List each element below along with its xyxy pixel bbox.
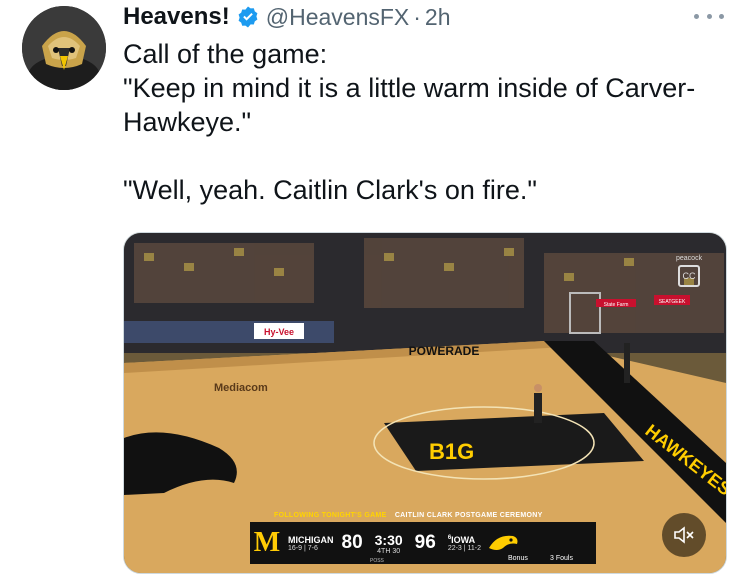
- home-team-name: IOWA: [451, 534, 476, 545]
- period: 4TH: [377, 547, 391, 555]
- tweet-header: Heavens! @HeavensFX · 2h: [123, 2, 451, 32]
- statefarm-sign: State Farm: [604, 302, 629, 308]
- seatgeek-sign: SEATGEEK: [659, 299, 686, 305]
- ticker-promo: CAITLIN CLARK POSTGAME CEREMONY: [394, 512, 543, 519]
- home-score: 96: [414, 532, 436, 553]
- shot-clock: 30: [392, 547, 401, 555]
- avatar[interactable]: [22, 6, 106, 90]
- timestamp[interactable]: 2h: [425, 4, 451, 31]
- home-team-record: 22-3 | 11-2: [447, 544, 482, 552]
- powerade-sign: POWERADE: [409, 344, 480, 358]
- game-clock: 3:30 4TH 30: [375, 532, 403, 555]
- away-score: 80: [341, 532, 363, 553]
- more-horizontal-icon[interactable]: [694, 6, 724, 26]
- b1g-logo: B1G: [429, 439, 474, 464]
- tweet-text: Call of the game: "Keep in mind it is a …: [123, 39, 696, 205]
- away-team-record: 16-9 | 7-6: [288, 544, 318, 552]
- ticker-main: FOLLOWING TONIGHT'S GAME: [274, 512, 387, 519]
- poss-label: POSS: [370, 558, 384, 564]
- network-label: peacock: [676, 255, 703, 262]
- away-team-name: MICHIGAN: [288, 534, 334, 545]
- home-team: 6IOWA 22-3 | 11-2: [448, 535, 481, 552]
- cc-icon[interactable]: CC: [678, 265, 700, 287]
- iowa-logo-icon: [489, 535, 518, 550]
- avatar-image: [22, 6, 106, 90]
- clock-time: 3:30: [374, 531, 403, 548]
- away-team: MICHIGAN 16-9 | 7-6: [288, 535, 334, 552]
- scorebug: M MICHIGAN 16-9 | 7-6 80 3:30 4TH 30 96 …: [250, 522, 596, 564]
- display-name[interactable]: Heavens!: [123, 3, 230, 31]
- verified-badge-icon[interactable]: [236, 5, 260, 29]
- fouls-label: 3 Fouls: [550, 555, 573, 562]
- bonus-label: Bonus: [508, 555, 528, 562]
- michigan-logo: M: [253, 527, 281, 558]
- hyvee-sign: Hy-Vee: [264, 327, 294, 337]
- mediacom-sign: Mediacom: [214, 382, 268, 394]
- handle[interactable]: @HeavensFX: [266, 4, 410, 31]
- video-player[interactable]: Hy-Vee POWERADE Mediacom B1G HAWKEYES St…: [123, 232, 727, 574]
- separator-dot: ·: [413, 3, 421, 30]
- volume-muted-icon[interactable]: [662, 513, 706, 557]
